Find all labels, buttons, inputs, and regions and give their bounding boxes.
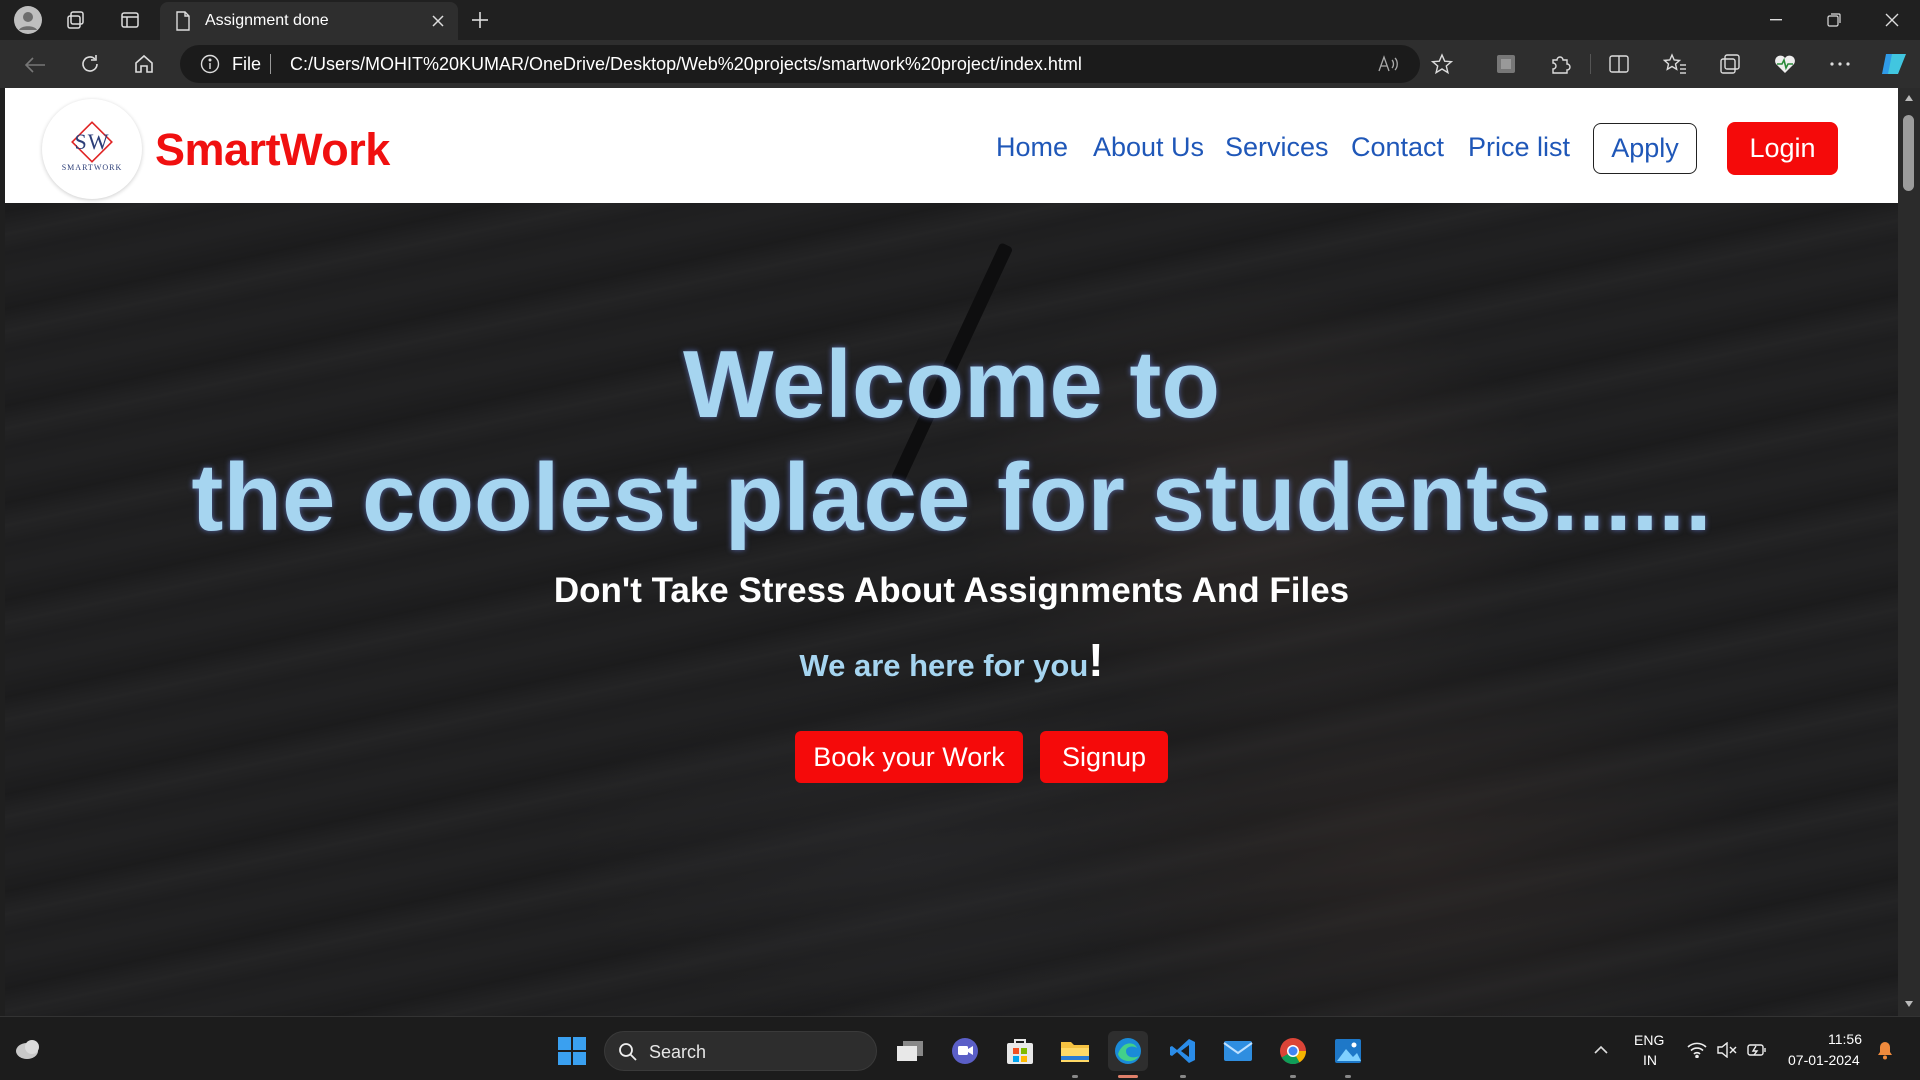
nav-link-price-list[interactable]: Price list [1468, 132, 1570, 163]
windows-taskbar: Search ENG IN 11:56 07-01-2024 [0, 1016, 1920, 1080]
hero-title-line-1: Welcome to [683, 331, 1220, 438]
teams-chat-icon[interactable] [945, 1031, 985, 1071]
extensions-puzzle-icon[interactable] [1548, 52, 1572, 76]
signup-button[interactable]: Signup [1040, 731, 1168, 783]
restore-icon[interactable] [1822, 10, 1846, 30]
minimize-icon[interactable] [1764, 10, 1788, 30]
file-scheme-label: File [232, 54, 262, 74]
back-icon[interactable] [22, 52, 48, 78]
nav-link-contact[interactable]: Contact [1351, 132, 1444, 163]
task-view-icon[interactable] [890, 1031, 930, 1071]
running-indicator [1180, 1075, 1186, 1078]
logo-caption: SMARTWORK [61, 163, 123, 172]
refresh-icon[interactable] [77, 51, 103, 77]
toolbar-divider [1590, 54, 1591, 74]
book-your-work-button[interactable]: Book your Work [795, 731, 1023, 783]
collections-icon[interactable] [1718, 52, 1742, 76]
page-scrollbar[interactable] [1898, 88, 1920, 1016]
microsoft-store-icon[interactable] [1000, 1031, 1040, 1071]
apply-button[interactable]: Apply [1593, 123, 1697, 174]
mail-icon[interactable] [1218, 1031, 1258, 1071]
copilot-icon[interactable] [1880, 50, 1908, 78]
info-icon[interactable] [200, 54, 220, 74]
clock-date[interactable]: 07-01-2024 [1788, 1052, 1860, 1068]
extension-square-icon[interactable] [1494, 52, 1518, 76]
scroll-up-icon[interactable] [1904, 94, 1914, 102]
home-icon[interactable] [131, 51, 157, 77]
volume-muted-icon[interactable] [1716, 1039, 1738, 1061]
search-label: Search [649, 1042, 707, 1062]
close-tab-icon[interactable] [430, 13, 446, 29]
site-logo[interactable]: SW SMARTWORK [42, 99, 142, 199]
nav-link-services[interactable]: Services [1225, 132, 1329, 163]
tab-active[interactable]: Assignment done [160, 2, 458, 40]
brand-name[interactable]: SmartWork [155, 124, 390, 176]
hero-title-line-2: the coolest place for students...... [191, 444, 1712, 551]
browser-essentials-icon[interactable] [1773, 52, 1797, 76]
nav-link-about-us[interactable]: About Us [1093, 132, 1204, 163]
page-viewport: SW SMARTWORK SmartWork Home About Us Ser… [5, 88, 1898, 1016]
scroll-thumb[interactable] [1903, 115, 1914, 191]
favorites-icon[interactable] [1663, 52, 1687, 76]
vscode-icon[interactable] [1163, 1031, 1203, 1071]
new-tab-icon[interactable] [468, 8, 492, 32]
scroll-down-icon[interactable] [1904, 1000, 1914, 1008]
search-icon [617, 1041, 639, 1063]
more-options-icon[interactable] [1828, 52, 1852, 76]
running-indicator [1345, 1075, 1351, 1078]
workspaces-icon[interactable] [64, 8, 88, 32]
browser-title-bar: Assignment done [0, 0, 1920, 40]
login-button[interactable]: Login [1727, 122, 1838, 175]
wifi-icon[interactable] [1686, 1039, 1708, 1061]
hero-tagline: We are here for you! [5, 633, 1898, 687]
show-hidden-icons-icon[interactable] [1590, 1039, 1612, 1061]
photos-icon[interactable] [1328, 1031, 1368, 1071]
browser-toolbar: File C:/Users/MOHIT%20KUMAR/OneDrive/Des… [0, 40, 1920, 88]
language-region[interactable]: IN [1643, 1052, 1657, 1068]
hero-subtitle: Don't Take Stress About Assignments And … [553, 571, 1350, 610]
site-header: SW SMARTWORK SmartWork Home About Us Ser… [5, 88, 1898, 203]
split-screen-icon[interactable] [1607, 52, 1631, 76]
weather-cloud-icon[interactable] [14, 1034, 44, 1064]
url-separator [270, 54, 271, 74]
tab-actions-icon[interactable] [118, 8, 142, 32]
active-indicator [1118, 1075, 1138, 1078]
edge-browser-icon[interactable] [1108, 1031, 1148, 1071]
battery-charging-icon[interactable] [1746, 1039, 1768, 1061]
logo-initials: SW [74, 129, 110, 154]
hero-tagline-mark: ! [1088, 634, 1104, 686]
nav-link-home[interactable]: Home [996, 132, 1068, 163]
favorite-star-icon[interactable] [1430, 53, 1454, 75]
close-window-icon[interactable] [1880, 10, 1904, 30]
clock-time[interactable]: 11:56 [1828, 1031, 1862, 1047]
chrome-icon[interactable] [1273, 1031, 1313, 1071]
tab-title: Assignment done [205, 12, 329, 29]
hero-tagline-text: We are here for you [799, 648, 1089, 683]
page-icon [174, 11, 192, 31]
windows-start-icon[interactable] [556, 1035, 588, 1067]
taskbar-search[interactable]: Search [604, 1031, 877, 1071]
read-aloud-icon[interactable] [1376, 53, 1400, 75]
profile-avatar-icon[interactable] [14, 6, 42, 34]
running-indicator [1290, 1075, 1296, 1078]
file-explorer-icon[interactable] [1055, 1031, 1095, 1071]
url-text[interactable]: C:/Users/MOHIT%20KUMAR/OneDrive/Desktop/… [290, 54, 1082, 75]
running-indicator [1072, 1075, 1078, 1078]
address-bar[interactable]: File C:/Users/MOHIT%20KUMAR/OneDrive/Des… [180, 45, 1453, 83]
language-code[interactable]: ENG [1634, 1032, 1664, 1048]
hero-section: Welcome to the coolest place for student… [5, 203, 1898, 1016]
notification-bell-icon[interactable] [1874, 1039, 1896, 1061]
